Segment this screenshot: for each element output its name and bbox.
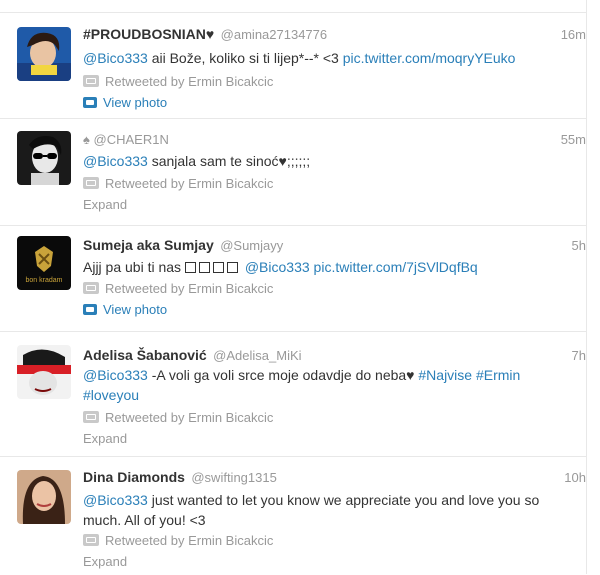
timeline: #PROUDBOSNIAN♥ @amina27134776 16m @Bico3…: [0, 0, 587, 574]
retweet-icon: [83, 534, 99, 546]
fullname[interactable]: Sumeja aka Sumjay: [83, 237, 214, 253]
tweet[interactable]: #PROUDBOSNIAN♥ @amina27134776 16m @Bico3…: [0, 13, 586, 119]
pic-link[interactable]: pic.twitter.com/7jSVlDqfBq: [314, 259, 478, 275]
avatar[interactable]: [17, 131, 71, 185]
mention-link[interactable]: @Bico333: [83, 50, 148, 66]
fullname[interactable]: Dina Diamonds: [83, 469, 185, 485]
username[interactable]: @amina27134776: [221, 27, 327, 42]
timeline-top-edge: [0, 0, 586, 13]
fullname[interactable]: Adelisa Šabanović: [83, 347, 207, 363]
tweet[interactable]: Adelisa Šabanović @Adelisa_MiKi 7h @Bico…: [0, 332, 586, 457]
hashtag-link[interactable]: #loveyou: [83, 387, 139, 403]
avatar[interactable]: bon kradam: [17, 236, 71, 290]
tweet-text-prefix: Ajjj pa ubi ti nas: [83, 259, 182, 275]
mention-link[interactable]: @Bico333: [83, 153, 148, 169]
username[interactable]: @swifting1315: [191, 470, 276, 485]
retweeted-by-text: Retweeted by Ermin Bicakcic: [105, 176, 274, 191]
tweet-text-body: just wanted to let you know we appreciat…: [83, 492, 540, 528]
photo-icon: [83, 304, 97, 315]
avatar-caption: bon kradam: [25, 277, 63, 284]
timestamp[interactable]: 5h: [572, 238, 586, 253]
retweeted-by-text: Retweeted by Ermin Bicakcic: [105, 410, 274, 425]
tweet-text: @Bico333 -A voli ga voli srce moje odavd…: [83, 365, 586, 405]
tweet[interactable]: ♠ @CHAER1N 55m @Bico333 sanjala sam te s…: [0, 119, 586, 226]
tweet[interactable]: bon kradam Sumeja aka Sumjay @Sumjayy 5h…: [0, 226, 586, 332]
hashtag-link[interactable]: #Ermin: [476, 367, 520, 383]
missing-glyph-icon: [198, 262, 210, 273]
retweeted-by-text: Retweeted by Ermin Bicakcic: [105, 533, 274, 548]
missing-glyph-icon: [212, 262, 224, 273]
expand-link[interactable]: Expand: [83, 431, 127, 446]
missing-glyph-icon: [226, 262, 238, 273]
view-photo-link[interactable]: View photo: [83, 302, 167, 317]
view-photo-label: View photo: [103, 95, 168, 110]
tweet-text: @Bico333 sanjala sam te sinoć♥;;;;;;: [83, 151, 586, 171]
missing-glyph-boxes: [184, 259, 241, 275]
retweeted-by-text: Retweeted by Ermin Bicakcic: [105, 281, 274, 296]
photo-icon: [83, 97, 97, 108]
retweet-context[interactable]: Retweeted by Ermin Bicakcic: [83, 74, 273, 89]
retweeted-by-text: Retweeted by Ermin Bicakcic: [105, 74, 274, 89]
tweet-text-body: -A voli ga voli srce moje odavdje do neb…: [147, 367, 419, 383]
tweet-text: @Bico333 just wanted to let you know we …: [83, 490, 578, 530]
avatar[interactable]: [17, 27, 71, 81]
avatar[interactable]: [17, 345, 71, 399]
fullname[interactable]: #PROUDBOSNIAN♥: [83, 26, 214, 42]
pic-link[interactable]: pic.twitter.com/moqryYEuko: [343, 50, 516, 66]
mention-link[interactable]: @Bico333: [83, 367, 148, 383]
expand-link[interactable]: Expand: [83, 197, 127, 212]
timestamp[interactable]: 55m: [561, 132, 586, 147]
retweet-context[interactable]: Retweeted by Ermin Bicakcic: [83, 410, 273, 425]
retweet-icon: [83, 411, 99, 423]
tweet-text-body: aii Bože, koliko si ti lijep*--* <3: [147, 50, 343, 66]
timestamp[interactable]: 16m: [561, 27, 586, 42]
retweet-context[interactable]: Retweeted by Ermin Bicakcic: [83, 176, 273, 191]
username[interactable]: ♠ @CHAER1N: [83, 132, 169, 147]
tweet[interactable]: Dina Diamonds @swifting1315 10h @Bico333…: [0, 457, 586, 575]
retweet-icon: [83, 75, 99, 87]
missing-glyph-icon: [184, 262, 196, 273]
retweet-context[interactable]: Retweeted by Ermin Bicakcic: [83, 281, 273, 296]
tweet-text: Ajjj pa ubi ti nas @Bico333 pic.twitter.…: [83, 257, 586, 277]
username[interactable]: @Adelisa_MiKi: [213, 348, 301, 363]
timestamp[interactable]: 10h: [564, 470, 586, 485]
hashtag-link[interactable]: #Najvise: [418, 367, 472, 383]
mention-link[interactable]: @Bico333: [83, 492, 148, 508]
view-photo-label: View photo: [103, 302, 168, 317]
mention-link[interactable]: @Bico333: [245, 259, 310, 275]
retweet-icon: [83, 177, 99, 189]
retweet-icon: [83, 282, 99, 294]
tweet-text-body: sanjala sam te sinoć♥;;;;;;: [147, 153, 311, 169]
expand-link[interactable]: Expand: [83, 554, 127, 569]
tweet-text: @Bico333 aii Bože, koliko si ti lijep*--…: [83, 48, 586, 68]
retweet-context[interactable]: Retweeted by Ermin Bicakcic: [83, 533, 273, 548]
username[interactable]: @Sumjayy: [220, 238, 283, 253]
timestamp[interactable]: 7h: [572, 348, 586, 363]
avatar[interactable]: [17, 470, 71, 524]
view-photo-link[interactable]: View photo: [83, 95, 167, 110]
